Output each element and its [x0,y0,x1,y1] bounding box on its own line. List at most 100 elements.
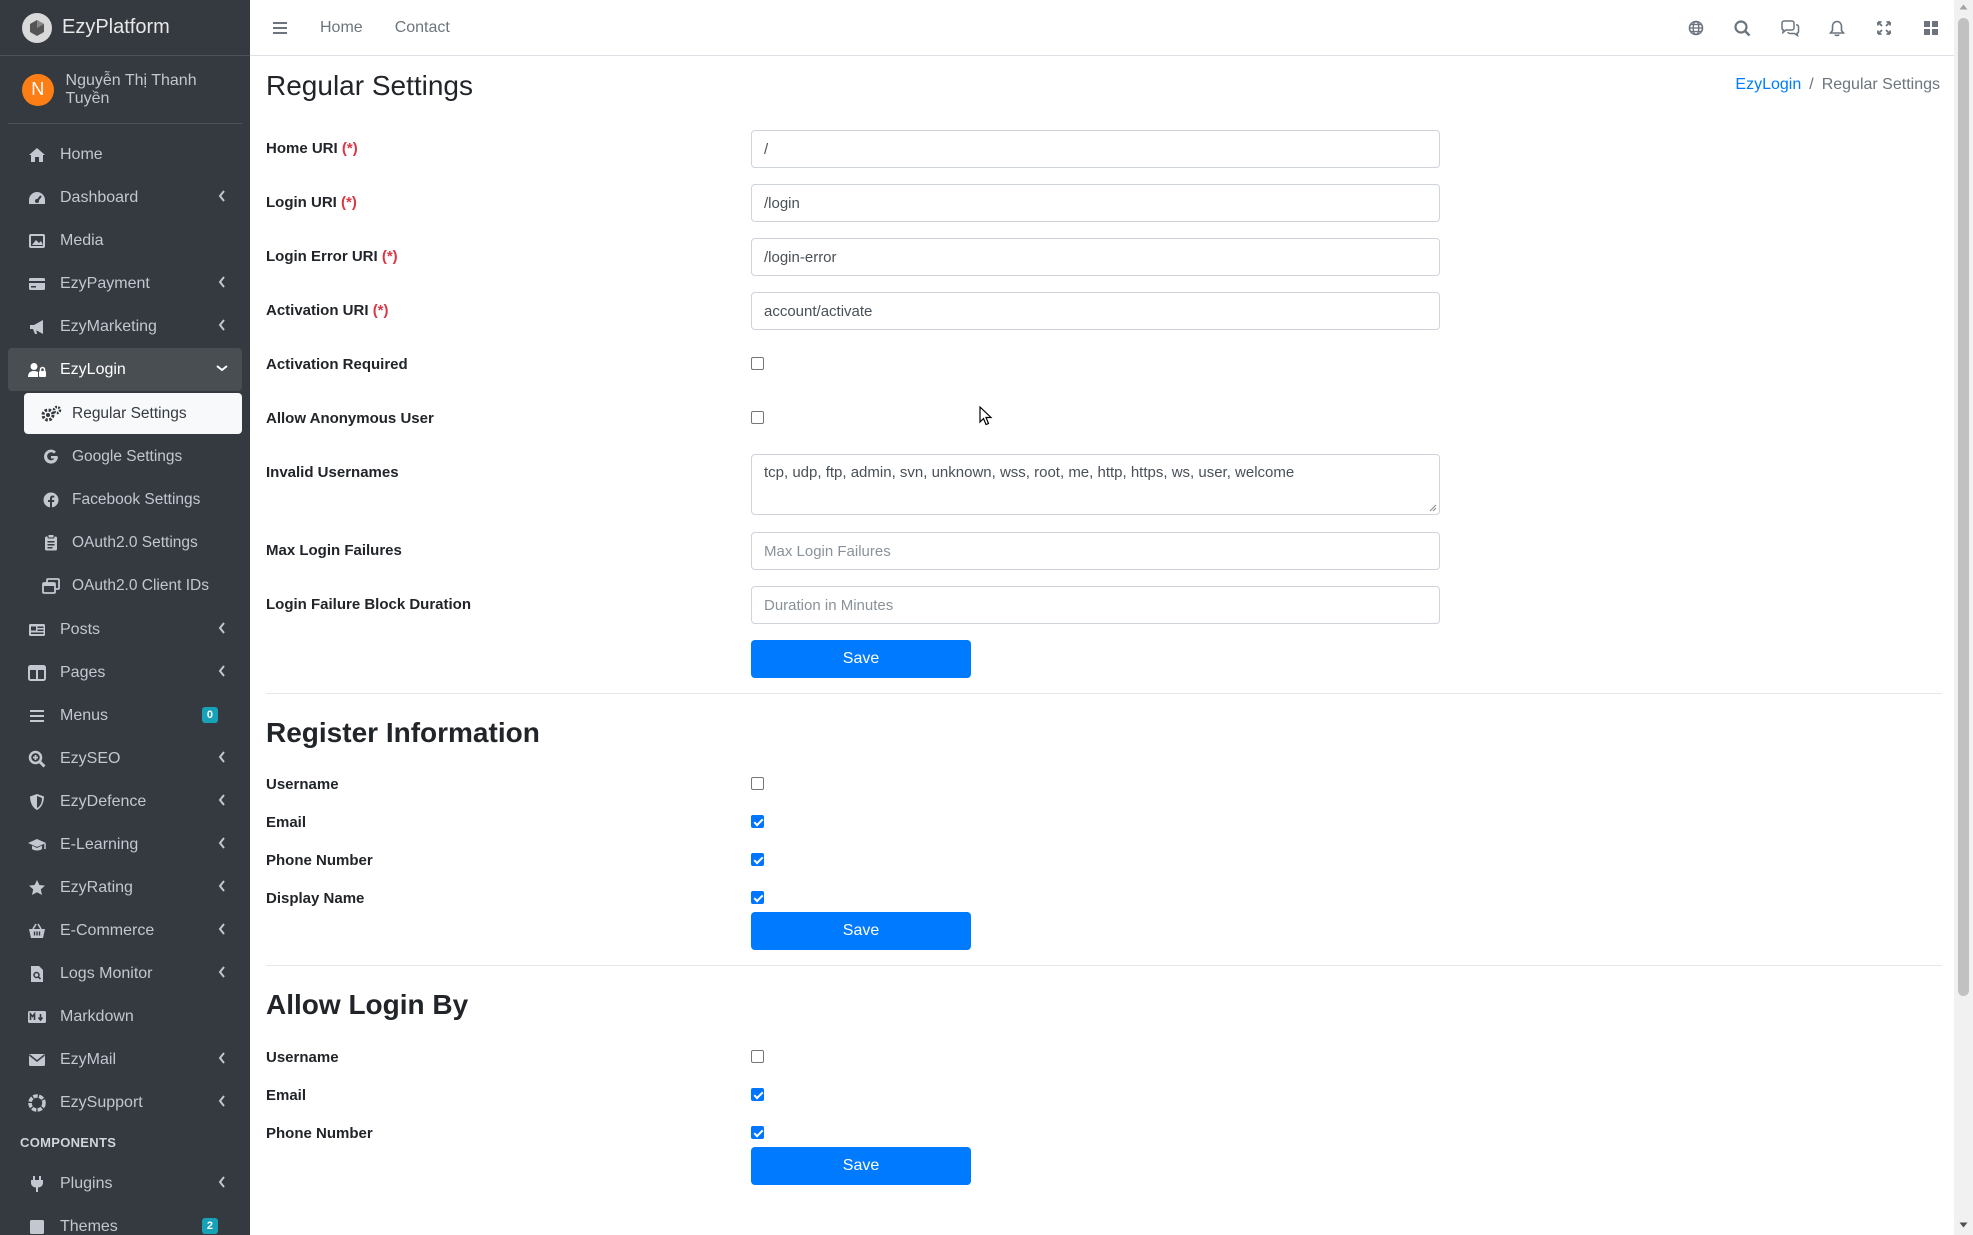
bell-icon[interactable] [1813,0,1860,56]
bars-icon [26,706,48,726]
sidebar-subitem-google-settings[interactable]: Google Settings [24,436,242,477]
globe-icon[interactable] [1672,0,1719,56]
sidebar-item-ecommerce[interactable]: E-Commerce [8,909,242,952]
activation-uri-label: Activation URI (*) [266,302,389,319]
sidebar-item-markdown[interactable]: Markdown [8,995,242,1038]
sidebar-item-media[interactable]: Media [8,219,242,262]
home-icon [26,145,48,165]
brand-link[interactable]: EzyPlatform [0,0,250,56]
gauge-icon [26,188,48,208]
scrollbar-thumb[interactable] [1958,18,1969,996]
login-error-uri-input[interactable]: /login-error [751,238,1440,276]
register-username-checkbox[interactable] [751,777,764,790]
sidebar-subitem-facebook-settings[interactable]: Facebook Settings [24,479,242,520]
sidebar-item-themes[interactable]: Themes 2 [8,1205,242,1235]
scroll-down-arrow-icon[interactable] [1959,1222,1968,1228]
sidebar-item-label: EzyLogin [60,360,126,378]
sidebar-item-dashboard[interactable]: Dashboard [8,176,242,219]
activation-uri-input[interactable]: account/activate [751,292,1440,330]
sidebar-subitem-oauth2-settings[interactable]: OAuth2.0 Settings [24,522,242,563]
main-content: Regular Settings EzyLogin / Regular Sett… [250,56,1954,1235]
comments-icon[interactable] [1766,0,1813,56]
chevron-left-icon [218,319,226,331]
search-icon[interactable] [1719,0,1766,56]
resize-handle-icon[interactable] [1428,503,1437,512]
activation-required-checkbox[interactable] [751,357,764,370]
sidebar-subitem-label: OAuth2.0 Settings [72,533,198,551]
sidebar-item-menus[interactable]: Menus 0 [8,694,242,737]
sidebar-item-elearning[interactable]: E-Learning [8,823,242,866]
sidebar-item-label: EzyMail [60,1050,117,1068]
user-name[interactable]: Nguyễn Thị Thanh Tuyền [66,72,242,108]
fullscreen-icon[interactable] [1860,0,1907,56]
topnav-home-link[interactable]: Home [320,19,363,37]
invalid-usernames-label: Invalid Usernames [266,464,399,481]
scroll-up-arrow-icon[interactable] [1959,4,1968,10]
plug-icon [26,1174,48,1194]
form-row-login-phone: Phone Number [266,1118,1946,1148]
window-restore-icon [40,576,62,596]
sidebar-subitem-regular-settings[interactable]: Regular Settings [24,393,242,434]
required-mark: (*) [372,302,389,319]
user-panel[interactable]: N Nguyễn Thị Thanh Tuyền [8,56,242,124]
form-row-register-username: Username [266,769,1946,799]
sidebar-item-label: Plugins [60,1174,113,1192]
form-row-allow-anonymous: Allow Anonymous User [266,400,1946,438]
sidebar-item-label: Themes [60,1217,118,1235]
sidebar-item-logs-monitor[interactable]: Logs Monitor [8,952,242,995]
file-search-icon [26,964,48,984]
login-uri-input[interactable]: /login [751,184,1440,222]
newspaper-icon [26,620,48,640]
sidebar-item-label: Menus [60,706,109,724]
sidebar-item-ezysupport[interactable]: EzySupport [8,1081,242,1124]
chevron-left-icon [218,1095,226,1107]
sidebar-item-ezydefence[interactable]: EzyDefence [8,780,242,823]
max-login-failures-input[interactable]: Max Login Failures [751,532,1440,570]
user-lock-icon [26,360,48,380]
hamburger-menu-icon[interactable] [272,21,290,35]
markdown-icon [26,1007,48,1027]
sidebar-item-pages[interactable]: Pages [8,651,242,694]
sidebar-item-ezyrating[interactable]: EzyRating [8,866,242,909]
sidebar-item-ezymail[interactable]: EzyMail [8,1038,242,1081]
sidebar-nav: Home Dashboard Media EzyPayment EzyMarke… [0,124,250,1235]
home-uri-input[interactable]: / [751,130,1440,168]
register-info-title: Register Information [266,717,540,748]
form-row-home-uri: Home URI (*) / [266,130,1946,168]
register-info-save-button[interactable]: Save [751,912,971,950]
image-icon [26,231,48,251]
page-scrollbar[interactable] [1954,0,1973,1235]
sidebar-item-ezyseo[interactable]: EzySEO [8,737,242,780]
breadcrumb-current: Regular Settings [1821,76,1940,93]
menus-count-badge: 0 [201,707,218,723]
register-display-name-checkbox[interactable] [751,891,764,904]
form-row-login-save: Save [266,1147,1946,1185]
login-email-checkbox[interactable] [751,1088,764,1101]
login-username-checkbox[interactable] [751,1050,764,1063]
form-row-login-error-uri: Login Error URI (*) /login-error [266,238,1946,276]
breadcrumb-link-ezylogin[interactable]: EzyLogin [1735,76,1801,94]
sidebar-item-plugins[interactable]: Plugins [8,1162,242,1205]
grid-layout-icon[interactable] [1907,0,1954,56]
sidebar-item-ezylogin[interactable]: EzyLogin [8,348,242,391]
allow-login-save-button[interactable]: Save [751,1147,971,1185]
sidebar-subitem-oauth2-client-ids[interactable]: OAuth2.0 Client IDs [24,565,242,606]
topnav-contact-link[interactable]: Contact [395,19,450,37]
credit-card-icon [26,274,48,294]
sidebar-item-home[interactable]: Home [8,133,242,176]
google-icon [40,447,62,467]
sidebar-item-label: Posts [60,620,101,638]
block-duration-input[interactable]: Duration in Minutes [751,586,1440,624]
chevron-left-icon [218,622,226,634]
register-email-checkbox[interactable] [751,815,764,828]
allow-anonymous-checkbox[interactable] [751,411,764,424]
sidebar-item-ezymarketing[interactable]: EzyMarketing [8,305,242,348]
form-row-invalid-usernames: Invalid Usernames tcp, udp, ftp, admin, … [266,454,1946,515]
invalid-usernames-textarea[interactable]: tcp, udp, ftp, admin, svn, unknown, wss,… [751,454,1440,515]
login-phone-checkbox[interactable] [751,1126,764,1139]
sidebar-item-posts[interactable]: Posts [8,608,242,651]
sidebar-item-label: Logs Monitor [60,964,153,982]
regular-settings-save-button[interactable]: Save [751,640,971,678]
sidebar-item-ezypayment[interactable]: EzyPayment [8,262,242,305]
register-phone-checkbox[interactable] [751,853,764,866]
